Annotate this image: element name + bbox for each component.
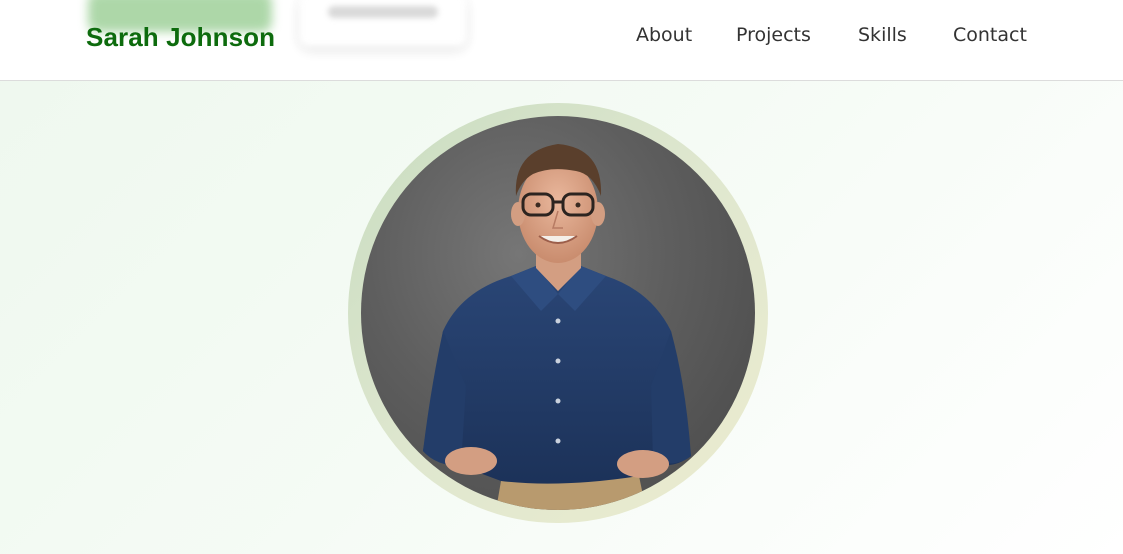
profile-photo (361, 116, 755, 510)
profile-photo-frame (348, 103, 768, 523)
nav-link-about[interactable]: About (636, 24, 692, 46)
blurred-overlay-text (328, 6, 438, 18)
main-nav: About Projects Skills Contact (0, 24, 1123, 54)
nav-link-contact[interactable]: Contact (953, 24, 1027, 46)
nav-link-projects[interactable]: Projects (736, 24, 811, 46)
site-header: Sarah Johnson About Projects Skills Cont… (0, 0, 1123, 81)
nav-link-skills[interactable]: Skills (858, 24, 907, 46)
